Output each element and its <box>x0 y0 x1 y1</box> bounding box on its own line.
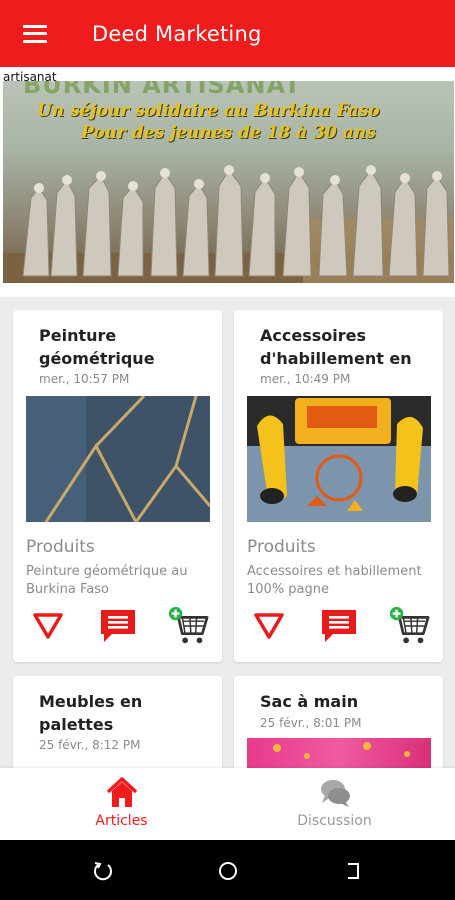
add-to-cart-icon <box>168 606 209 644</box>
card-title: Peinture géométrique <box>39 326 155 368</box>
card-time: 25 févr., 8:01 PM <box>260 716 362 730</box>
add-to-cart-button[interactable] <box>166 606 210 646</box>
card-title: Accessoires d'habillement en <box>260 326 412 368</box>
comment-button[interactable] <box>317 606 361 646</box>
card-title: Meubles en palettes <box>39 692 143 734</box>
article-card[interactable]: Peinture géométrique mer., 10:57 PM Prod… <box>13 310 222 662</box>
menu-button[interactable] <box>0 0 70 67</box>
nav-label-articles: Articles <box>95 813 148 829</box>
back-icon[interactable] <box>343 860 365 882</box>
nav-label-discussion: Discussion <box>297 813 372 829</box>
banner-line-1: Un séjour solidaire au Burkina Faso <box>37 101 380 121</box>
painted-wall-image <box>26 396 210 522</box>
app-title: Deed Marketing <box>92 21 262 46</box>
banner-heading: BURKIN ARTISANAT <box>23 81 302 99</box>
dislike-button[interactable] <box>247 606 291 646</box>
card-actions <box>26 606 210 646</box>
nav-item-discussion[interactable]: Discussion <box>221 768 448 840</box>
banner[interactable]: artisanat BURKIN ARTISANAT Un séjour sol… <box>0 67 455 297</box>
home-circle-icon[interactable] <box>217 860 239 882</box>
card-time: mer., 10:57 PM <box>39 372 130 386</box>
accessories-image <box>247 396 431 522</box>
card-time: mer., 10:49 PM <box>260 372 351 386</box>
triangle-down-icon <box>254 613 284 639</box>
comment-icon <box>101 610 135 642</box>
app-bar: Deed Marketing <box>0 0 455 67</box>
card-category: Produits <box>247 537 316 557</box>
banner-image[interactable]: BURKIN ARTISANAT Un séjour solidaire au … <box>3 81 454 283</box>
add-to-cart-icon <box>389 606 430 644</box>
card-time: 25 févr., 8:12 PM <box>39 738 141 752</box>
article-card[interactable]: Meubles en palettes 25 févr., 8:12 PM <box>13 676 222 776</box>
dislike-button[interactable] <box>26 606 70 646</box>
card-description: Accessoires et habillement 100% pagne <box>247 564 422 597</box>
card-title: Sac à main <box>260 692 359 711</box>
article-card[interactable]: Sac à main 25 févr., 8:01 PM <box>234 676 443 776</box>
recents-icon[interactable] <box>92 860 114 882</box>
triangle-down-icon <box>33 613 63 639</box>
nav-item-articles[interactable]: Articles <box>8 768 235 840</box>
banner-caption: artisanat <box>3 70 57 84</box>
card-image[interactable] <box>247 396 431 522</box>
card-description: Peinture géométrique au Burkina Faso <box>26 564 188 597</box>
card-actions <box>247 606 431 646</box>
comment-button[interactable] <box>96 606 140 646</box>
comment-icon <box>322 610 356 642</box>
article-card[interactable]: Accessoires d'habillement en mer., 10:49… <box>234 310 443 662</box>
add-to-cart-button[interactable] <box>387 606 431 646</box>
banner-line-2: Pour des jeunes de 18 à 30 ans <box>81 123 376 143</box>
chat-icon <box>320 780 350 807</box>
bottom-navigation: Articles Discussion <box>0 768 455 840</box>
system-nav-bar <box>0 840 455 900</box>
card-category: Produits <box>26 537 95 557</box>
hamburger-icon <box>23 24 47 43</box>
home-icon <box>106 777 137 807</box>
statues-illustration <box>3 165 454 283</box>
card-image[interactable] <box>26 396 210 522</box>
